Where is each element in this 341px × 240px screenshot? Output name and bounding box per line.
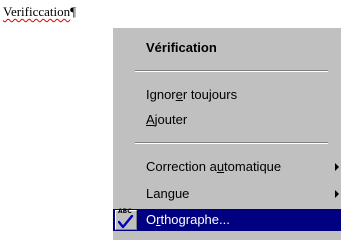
submenu-arrow-icon xyxy=(335,163,339,171)
menu-item-label: Orthographe... xyxy=(146,212,230,227)
menu-item-label: Ajouter xyxy=(146,112,188,127)
document-text[interactable]: Verificcation¶ xyxy=(3,4,76,20)
menu-separator xyxy=(135,142,328,144)
context-menu: Vérification Ignorer toujours Ajouter Co… xyxy=(112,27,341,240)
menu-item-label: Ignorer toujours xyxy=(146,87,238,102)
paragraph-mark: ¶ xyxy=(70,4,77,19)
submenu-arrow-icon xyxy=(335,190,339,198)
mnemonic: u xyxy=(216,159,225,174)
menu-item-ignore-all[interactable]: Ignorer toujours xyxy=(113,84,341,106)
menu-header-label: Vérification xyxy=(146,40,217,55)
menu-item-autocorrect[interactable]: Correction automatique xyxy=(113,156,341,178)
mnemonic: A xyxy=(146,112,155,127)
mnemonic: e xyxy=(175,87,183,102)
menu-item-label: Langue xyxy=(146,186,190,201)
menu-item-label: Correction automatique xyxy=(146,159,282,174)
menu-header-verification: Vérification xyxy=(113,37,341,59)
misspelled-word[interactable]: Verificcation xyxy=(3,4,70,19)
mnemonic: g xyxy=(167,186,175,201)
spell-check-icon: ABC xyxy=(115,208,137,230)
menu-item-add[interactable]: Ajouter xyxy=(113,109,341,131)
menu-item-language[interactable]: Langue xyxy=(113,183,341,205)
menu-item-spelling[interactable]: ABC Orthographe... xyxy=(113,208,341,231)
menu-separator xyxy=(135,70,328,72)
